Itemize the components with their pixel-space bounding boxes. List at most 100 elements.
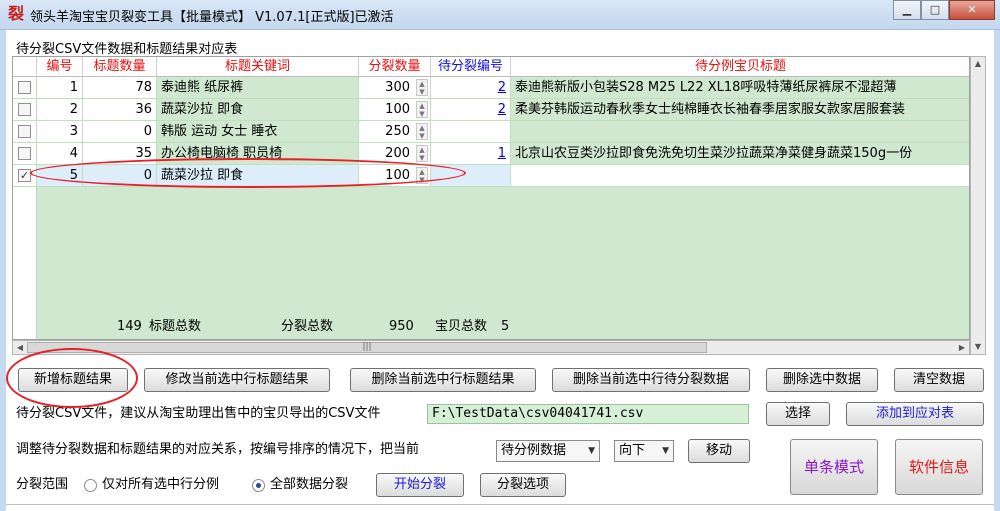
cell-title-count: 36 — [83, 99, 157, 121]
row-checkbox[interactable] — [18, 81, 31, 94]
modify-title-result-button[interactable]: 修改当前选中行标题结果 — [144, 368, 330, 392]
clear-data-button[interactable]: 清空数据 — [894, 368, 984, 392]
choose-button[interactable]: 选择 — [766, 402, 830, 426]
single-mode-button[interactable]: 单条模式 — [790, 439, 878, 495]
header-no[interactable]: 编号 — [37, 57, 83, 77]
cell-split-no-link[interactable]: 2 — [498, 80, 506, 95]
cell-split-count: 250 — [385, 124, 410, 139]
summary-split-total: 950 — [389, 319, 414, 334]
delete-selected-button[interactable]: 删除选中数据 — [766, 368, 878, 392]
cell-split-count-wrap[interactable]: 250 ▲ ▼ — [359, 121, 431, 143]
cell-keywords[interactable]: 韩版 运动 女士 睡衣 — [157, 121, 359, 143]
split-options-button[interactable]: 分裂选项 — [480, 473, 566, 497]
cell-no: 1 — [37, 77, 83, 99]
cell-no: 5 — [37, 165, 83, 187]
scroll-right-icon[interactable]: ▶ — [955, 341, 969, 354]
table-row[interactable]: 2 36 蔬菜沙拉 即食 100 ▲ ▼ 2 柔美芬韩版运动春秋季女士纯棉睡衣长袖… — [13, 99, 969, 121]
csv-path-field[interactable]: F:\TestData\csv04041741.csv — [427, 404, 749, 424]
cell-no: 4 — [37, 143, 83, 165]
chevron-down-icon: ▼ — [662, 446, 669, 456]
cell-split-count: 100 — [385, 102, 410, 117]
target-select-value: 待分例数据 — [501, 443, 567, 458]
scope-option-all-label: 全部数据分裂 — [270, 477, 349, 492]
cell-keywords[interactable]: 泰迪熊 纸尿裤 — [157, 77, 359, 99]
minimize-icon[interactable]: ▁ — [893, 0, 921, 20]
cell-no: 3 — [37, 121, 83, 143]
delete-split-data-button[interactable]: 删除当前选中行待分裂数据 — [552, 368, 750, 392]
row-checkbox[interactable] — [18, 125, 31, 138]
scroll-up-icon[interactable]: ▲ — [971, 57, 985, 71]
close-icon[interactable]: ✕ — [949, 0, 995, 20]
cell-product-title[interactable]: 北京山农豆类沙拉即食免洗免切生菜沙拉蔬菜净菜健身蔬菜150g一份 — [511, 143, 969, 165]
summary-items-label: 宝贝总数 — [435, 319, 488, 334]
scope-option-selected-label: 仅对所有选中行分例 — [102, 477, 220, 492]
section-label: 待分裂CSV文件数据和标题结果对应表 — [16, 42, 238, 57]
cell-split-count-wrap[interactable]: 100 ▲ ▼ — [359, 99, 431, 121]
delete-title-result-button[interactable]: 删除当前选中行标题结果 — [350, 368, 536, 392]
table-row[interactable]: 4 35 办公椅电脑椅 职员椅 200 ▲ ▼ 1 北京山农豆类沙拉即食免洗免切生… — [13, 143, 969, 165]
cell-keywords[interactable]: 蔬菜沙拉 即食 — [157, 165, 359, 187]
csv-label: 待分裂CSV文件，建议从淘宝助理出售中的宝贝导出的CSV文件 — [16, 406, 381, 421]
cell-split-count-wrap[interactable]: 100 ▲ ▼ — [359, 165, 431, 187]
header-product-title[interactable]: 待分例宝贝标题 — [511, 57, 969, 77]
scope-radio-all[interactable] — [252, 479, 265, 492]
table-row[interactable]: 1 78 泰迪熊 纸尿裤 300 ▲ ▼ 2 泰迪熊新版小包装S28 M25 L2… — [13, 77, 969, 99]
table-row-selected[interactable]: ✓ 5 0 蔬菜沙拉 即食 100 ▲ ▼ — [13, 165, 969, 187]
cell-no: 2 — [37, 99, 83, 121]
spin-arrows-icon[interactable]: ▲ ▼ — [416, 101, 428, 118]
scope-label: 分裂范围 — [16, 477, 69, 492]
vertical-scrollbar[interactable]: ▲ ▼ — [970, 56, 986, 355]
data-grid: 编号 标题数量 标题关键词 分裂数量 待分裂编号 待分例宝贝标题 1 78 泰迪… — [12, 56, 970, 340]
start-split-button[interactable]: 开始分裂 — [376, 473, 464, 497]
direction-select[interactable]: 向下 ▼ — [614, 440, 674, 462]
summary-total-titles: 149 — [117, 319, 142, 334]
cell-title-count: 78 — [83, 77, 157, 99]
spin-arrows-icon[interactable]: ▲ ▼ — [416, 123, 428, 140]
header-split-count[interactable]: 分裂数量 — [359, 57, 431, 77]
header-corner — [13, 57, 37, 77]
row-checkbox[interactable] — [18, 147, 31, 160]
cell-product-title[interactable]: 泰迪熊新版小包装S28 M25 L22 XL18呼吸特薄纸尿裤尿不湿超薄 — [511, 77, 969, 99]
spin-arrows-icon[interactable]: ▲ ▼ — [416, 79, 428, 96]
cell-keywords[interactable]: 办公椅电脑椅 职员椅 — [157, 143, 359, 165]
move-button[interactable]: 移动 — [688, 439, 750, 463]
scope-radio-selected-rows[interactable] — [84, 479, 97, 492]
cell-split-count-wrap[interactable]: 300 ▲ ▼ — [359, 77, 431, 99]
spin-arrows-icon[interactable]: ▲ ▼ — [416, 167, 428, 184]
horizontal-scrollbar[interactable]: ◀ ||| ▶ — [12, 340, 970, 355]
bottom-divider — [6, 504, 994, 505]
header-keywords[interactable]: 标题关键词 — [157, 57, 359, 77]
add-to-table-button[interactable]: 添加到应对表 — [846, 402, 984, 426]
cell-title-count: 0 — [83, 121, 157, 143]
cell-keywords[interactable]: 蔬菜沙拉 即食 — [157, 99, 359, 121]
cell-split-no-link[interactable]: 2 — [498, 102, 506, 117]
cell-title-count: 0 — [83, 165, 157, 187]
cell-product-title[interactable]: 柔美芬韩版运动春秋季女士纯棉睡衣长袖春季居家服女款家居服套装 — [511, 99, 969, 121]
row-checkbox[interactable] — [18, 103, 31, 116]
software-info-button[interactable]: 软件信息 — [895, 439, 983, 495]
cell-split-count: 200 — [385, 146, 410, 161]
summary-split-total-label: 分裂总数 — [281, 319, 334, 334]
row-checkbox[interactable]: ✓ — [18, 169, 31, 182]
cell-split-count: 100 — [385, 168, 410, 183]
spin-arrows-icon[interactable]: ▲ ▼ — [416, 145, 428, 162]
cell-split-no-link[interactable]: 1 — [498, 146, 506, 161]
header-title-count[interactable]: 标题数量 — [83, 57, 157, 77]
cell-split-count-wrap[interactable]: 200 ▲ ▼ — [359, 143, 431, 165]
title-bar[interactable]: 裂 领头羊淘宝宝贝裂变工具【批量模式】 V1.07.1[正式版]已激活 ▁ □ … — [0, 0, 1000, 30]
window-title: 领头羊淘宝宝贝裂变工具【批量模式】 V1.07.1[正式版]已激活 — [30, 10, 394, 25]
add-title-result-button[interactable]: 新增标题结果 — [18, 368, 128, 392]
cell-product-title[interactable] — [511, 121, 969, 143]
summary-total-titles-label: 标题总数 — [149, 319, 202, 334]
scroll-left-icon[interactable]: ◀ — [13, 341, 27, 354]
chevron-down-icon: ▼ — [588, 446, 595, 456]
summary-items-total: 5 — [501, 319, 510, 334]
maximize-icon[interactable]: □ — [921, 0, 949, 20]
app-logo-icon: 裂 — [7, 4, 24, 23]
scroll-down-icon[interactable]: ▼ — [971, 340, 985, 354]
scroll-thumb[interactable]: ||| — [27, 342, 707, 353]
target-select[interactable]: 待分例数据 ▼ — [496, 440, 600, 462]
header-split-no[interactable]: 待分裂编号 — [431, 57, 511, 77]
cell-split-count: 300 — [385, 80, 410, 95]
table-row[interactable]: 3 0 韩版 运动 女士 睡衣 250 ▲ ▼ — [13, 121, 969, 143]
